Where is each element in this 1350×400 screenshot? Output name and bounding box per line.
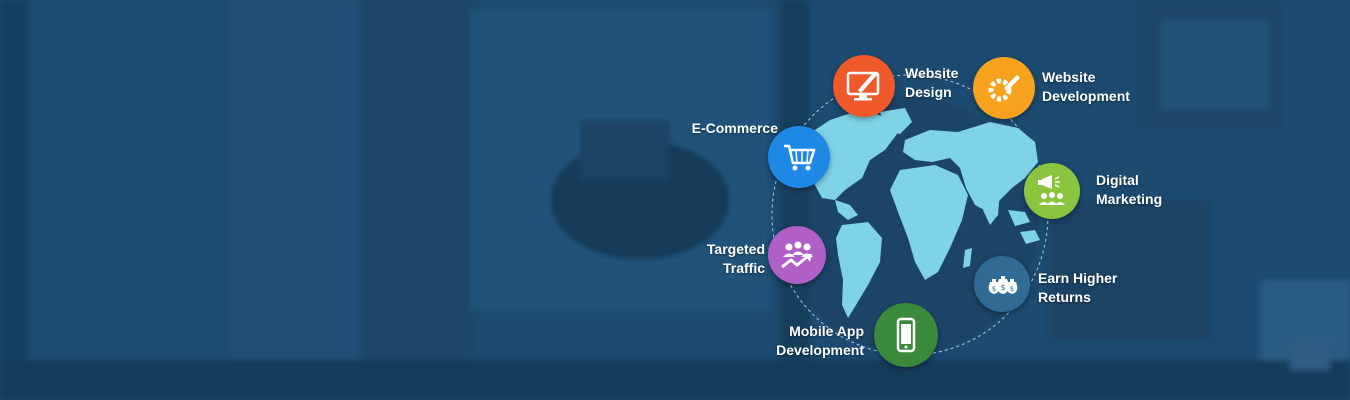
mobile-app-development-node[interactable] xyxy=(874,303,938,367)
shopping-cart-icon xyxy=(784,144,816,171)
people-trend-icon xyxy=(781,241,813,269)
earn-higher-returns-node[interactable]: $ $ $ xyxy=(974,256,1030,312)
website-design-node[interactable] xyxy=(833,55,895,117)
digital-marketing-label: Digital Marketing xyxy=(1096,172,1163,207)
website-development-label: Website Development xyxy=(1042,69,1130,104)
megaphone-people-icon xyxy=(1038,175,1065,205)
targeted-traffic-node[interactable] xyxy=(768,226,826,284)
svg-text:$: $ xyxy=(1010,285,1014,293)
smartphone-icon xyxy=(896,317,916,353)
money-bags-icon: $ $ $ xyxy=(988,276,1018,294)
website-development-node[interactable] xyxy=(973,57,1035,119)
svg-text:$: $ xyxy=(1000,283,1005,292)
ecommerce-label: E-Commerce xyxy=(691,120,778,136)
monitor-pen-icon xyxy=(846,71,880,101)
earn-higher-returns-label: Earn Higher Returns xyxy=(1038,270,1118,305)
digital-marketing-node[interactable] xyxy=(1024,163,1080,219)
svg-text:$: $ xyxy=(992,285,996,293)
targeted-traffic-label: Targeted Traffic xyxy=(706,241,765,276)
website-design-label: Website Design xyxy=(905,65,959,100)
mobile-app-development-label: Mobile App Development xyxy=(776,323,864,358)
gear-pencil-icon xyxy=(988,75,1020,102)
